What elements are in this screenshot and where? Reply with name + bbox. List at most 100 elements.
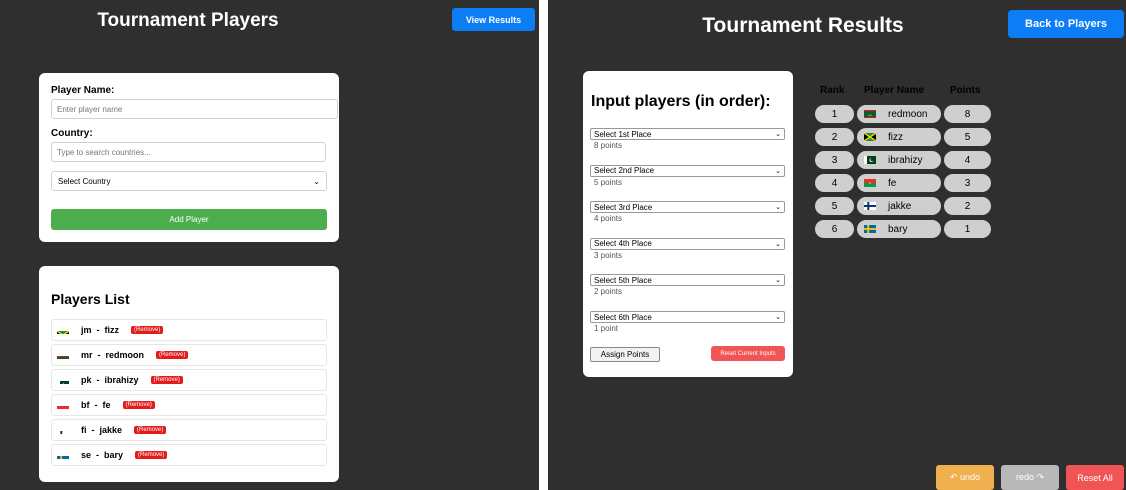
rank-cell: 4 (815, 174, 854, 192)
player-name-cell: fizz (857, 128, 941, 146)
rank-cell: 5 (815, 197, 854, 215)
input-players-card: Input players (in order): Select 1st Pla… (583, 71, 793, 377)
reset-all-button[interactable]: Reset All (1066, 465, 1124, 490)
chevron-down-icon: ⌄ (775, 167, 781, 175)
rank-cell: 2 (815, 128, 854, 146)
player-name-label: Player Name: (51, 85, 115, 96)
place-points-label: 1 point (594, 324, 619, 333)
remove-player-button[interactable]: (Remove) (122, 401, 155, 409)
place-select-value: Select 6th Place (594, 312, 652, 322)
player-name-text: fe (888, 177, 897, 189)
players-list-card: Players List jm - fizz (Remove) mr - redmo… (39, 266, 339, 482)
player-list-item: fi - jakke (Remove) (51, 419, 327, 441)
place-select-1[interactable]: Select 1st Place ⌄ (590, 128, 785, 140)
country-select[interactable]: Select Country ⌄ (51, 171, 327, 191)
pakistan-flag-icon (57, 376, 69, 384)
add-player-button[interactable]: Add Player (51, 209, 327, 230)
player-list-item: bf - fe (Remove) (51, 394, 327, 416)
points-cell: 3 (944, 174, 991, 192)
place-select-4[interactable]: Select 4th Place ⌄ (590, 237, 785, 250)
remove-player-button[interactable]: (Remove) (156, 351, 189, 359)
page-title: Tournament Players (97, 10, 279, 31)
country-search-input[interactable]: Type to search countries... (51, 142, 326, 162)
points-cell: 1 (944, 220, 991, 238)
player-name-text: bary (888, 223, 908, 235)
player-name-cell: bary (857, 220, 941, 238)
place-points-label: 5 points (594, 177, 623, 187)
place-points-label: 8 points (594, 141, 623, 150)
place-select-value: Select 5th Place (594, 275, 652, 285)
place-select-value: Select 1st Place (594, 129, 652, 139)
chevron-down-icon: ⌄ (775, 277, 781, 285)
points-cell: 5 (944, 128, 991, 146)
rank-cell: 3 (815, 151, 854, 169)
player-name-input[interactable]: Enter player name (51, 99, 338, 119)
player-name-cell: jakke (857, 197, 941, 215)
player-name-text: redmoon (888, 108, 928, 120)
chevron-down-icon: ⌄ (775, 314, 781, 321)
country-label: Country: (51, 128, 93, 139)
player-list-item: jm - fizz (Remove) (51, 319, 327, 341)
rank-cell: 1 (815, 105, 854, 123)
player-name-text: fizz (888, 131, 903, 143)
rank-header: Rank (820, 85, 845, 96)
chevron-down-icon: ⌄ (775, 204, 781, 212)
player-entry-text: se - bary (81, 450, 124, 460)
place-select-3[interactable]: Select 3rd Place ⌄ (590, 201, 785, 214)
sweden-flag-icon (864, 225, 876, 233)
points-cell: 2 (944, 197, 991, 215)
player-entry-text: fi - jakke (81, 425, 123, 435)
place-select-value: Select 2nd Place (594, 166, 655, 176)
player-entry-text: jm - fizz (81, 325, 119, 335)
player-entry-text: mr - redmoon (81, 350, 145, 360)
points-cell: 4 (944, 151, 991, 169)
jamaica-flag-icon (57, 326, 69, 334)
player-name-header: Player Name (864, 85, 925, 96)
place-select-value: Select 4th Place (594, 239, 652, 249)
place-select-value: Select 3rd Place (594, 202, 653, 212)
burkina-faso-flag-icon (57, 401, 69, 409)
place-points-label: 3 points (594, 250, 623, 260)
jamaica-flag-icon (864, 133, 876, 141)
points-cell: 8 (944, 105, 991, 123)
chevron-down-icon: ⌄ (775, 131, 781, 138)
player-list-item: se - bary (Remove) (51, 444, 327, 466)
points-header: Points (950, 85, 981, 96)
remove-player-button[interactable]: (Remove) (150, 376, 183, 384)
player-name-text: ibrahizy (888, 154, 923, 166)
place-points-label: 2 points (594, 287, 623, 297)
input-players-title: Input players (in order): (591, 93, 771, 110)
finland-flag-icon (57, 426, 69, 434)
sweden-flag-icon (57, 451, 69, 459)
place-select-5[interactable]: Select 5th Place ⌄ (590, 274, 785, 287)
reset-current-inputs-button[interactable]: Reset Current Inputs (711, 346, 785, 361)
back-to-players-button[interactable]: Back to Players (1008, 10, 1124, 38)
player-entry-text: pk - ibrahizy (81, 375, 139, 385)
finland-flag-icon (864, 202, 876, 210)
player-name-text: jakke (888, 200, 912, 212)
redo-button[interactable]: redo ↷ (1001, 465, 1059, 490)
country-select-value: Select Country (58, 176, 111, 186)
player-name-cell: ibrahizy (857, 151, 941, 169)
mauritania-flag-icon (57, 351, 69, 359)
player-name-cell: fe (857, 174, 941, 192)
player-list-item: mr - redmoon (Remove) (51, 344, 327, 366)
undo-button[interactable]: ↶ undo (936, 465, 994, 490)
view-results-button[interactable]: View Results (452, 8, 535, 31)
results-panel: Tournament Results Back to Players Input… (548, 0, 1126, 490)
players-list-title: Players List (51, 291, 130, 307)
place-select-2[interactable]: Select 2nd Place ⌄ (590, 164, 785, 177)
player-name-cell: redmoon (857, 105, 941, 123)
chevron-down-icon: ⌄ (775, 240, 781, 248)
results-title: Tournament Results (702, 14, 904, 37)
panel-divider (539, 0, 548, 490)
remove-player-button[interactable]: (Remove) (135, 451, 168, 459)
assign-points-button[interactable]: Assign Points (590, 347, 660, 362)
player-list-item: pk - ibrahizy (Remove) (51, 369, 327, 391)
pakistan-flag-icon (864, 156, 876, 164)
burkina-faso-flag-icon (864, 179, 876, 187)
remove-player-button[interactable]: (Remove) (134, 426, 167, 434)
rank-cell: 6 (815, 220, 854, 238)
place-select-6[interactable]: Select 6th Place ⌄ (590, 311, 785, 323)
remove-player-button[interactable]: (Remove) (131, 326, 164, 334)
